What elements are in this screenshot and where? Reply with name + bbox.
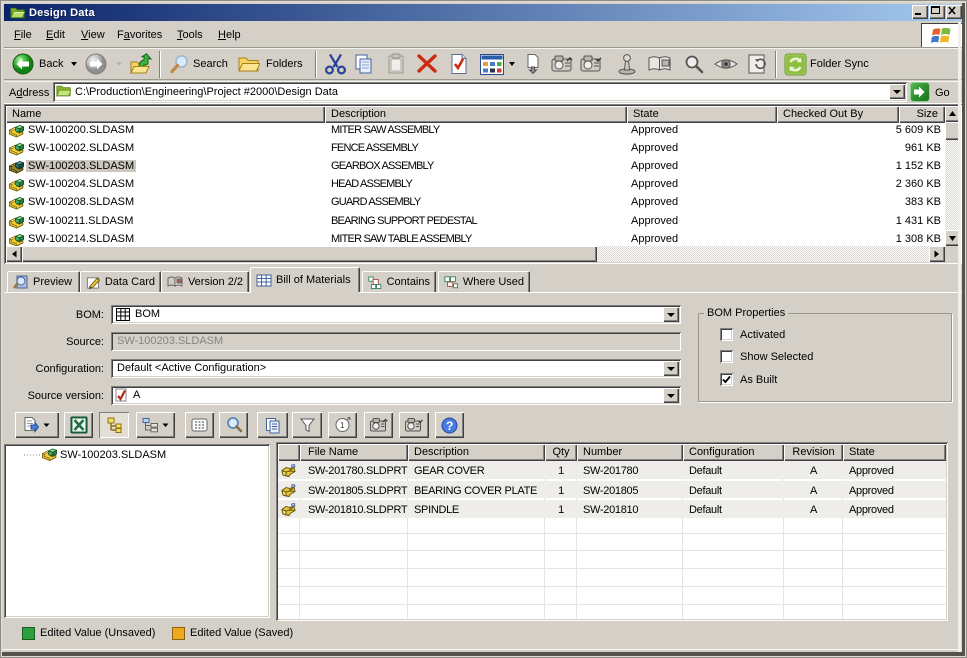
svg-text:?: ? — [446, 419, 453, 433]
svg-text:1: 1 — [340, 421, 345, 430]
